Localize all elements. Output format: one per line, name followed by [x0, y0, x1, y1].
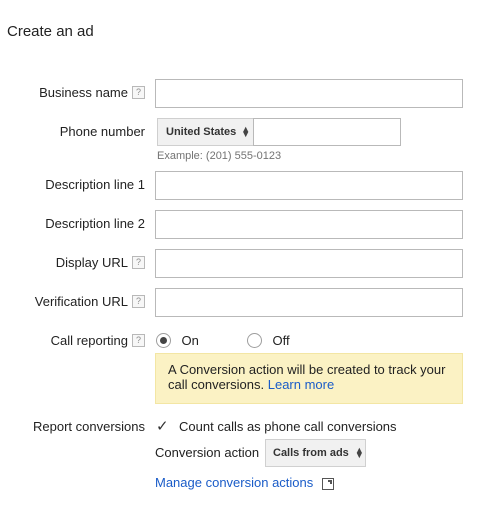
phone-number-input[interactable]	[253, 118, 401, 146]
conversion-notice: A Conversion action will be created to t…	[155, 353, 463, 404]
display-url-input[interactable]	[155, 249, 463, 278]
report-conversions-label: Report conversions	[33, 419, 145, 434]
checkmark-icon[interactable]: ✓	[156, 418, 169, 435]
up-down-arrows-icon: ▲ ▼	[241, 124, 251, 139]
conversion-action-label: Conversion action	[155, 445, 260, 460]
business-name-input[interactable]	[155, 79, 463, 108]
help-icon[interactable]: ?	[132, 86, 145, 100]
country-select[interactable]: United States ▲ ▼	[157, 118, 254, 146]
display-url-label: Display URL?	[56, 255, 145, 270]
verification-url-label: Verification URL?	[35, 294, 145, 309]
call-reporting-on-radio[interactable]: On	[156, 332, 199, 350]
manage-conversion-actions[interactable]: Manage conversion actions	[155, 475, 335, 490]
description-line-2-input[interactable]	[155, 210, 463, 239]
call-reporting-label: Call reporting?	[51, 333, 145, 348]
help-icon[interactable]: ?	[132, 295, 145, 309]
manage-conversion-actions-link[interactable]: Manage conversion actions	[155, 475, 313, 490]
phone-number-label: Phone number	[59, 124, 145, 139]
radio-button-icon[interactable]	[156, 333, 171, 349]
up-down-arrows-icon: ▲ ▼	[354, 445, 364, 460]
phone-hint: Example: (201) 555-0123	[157, 150, 282, 162]
description-line-2-label: Description line 2	[45, 216, 145, 231]
help-icon[interactable]: ?	[132, 334, 145, 348]
call-reporting-off-radio[interactable]: Off	[247, 332, 290, 350]
business-name-label: Business name?	[39, 85, 145, 100]
help-icon[interactable]: ?	[132, 256, 145, 270]
learn-more-link[interactable]: Learn more	[268, 377, 334, 392]
description-line-1-input[interactable]	[155, 171, 463, 200]
conversion-action-select[interactable]: Calls from ads ▲ ▼	[265, 439, 366, 467]
external-link-icon[interactable]	[322, 477, 335, 490]
count-calls-checkbox[interactable]: ✓ Count calls as phone call conversions	[156, 417, 397, 435]
verification-url-input[interactable]	[155, 288, 463, 317]
page-title: Create an ad	[7, 23, 94, 40]
radio-button-icon[interactable]	[247, 333, 262, 349]
description-line-1-label: Description line 1	[45, 177, 145, 192]
